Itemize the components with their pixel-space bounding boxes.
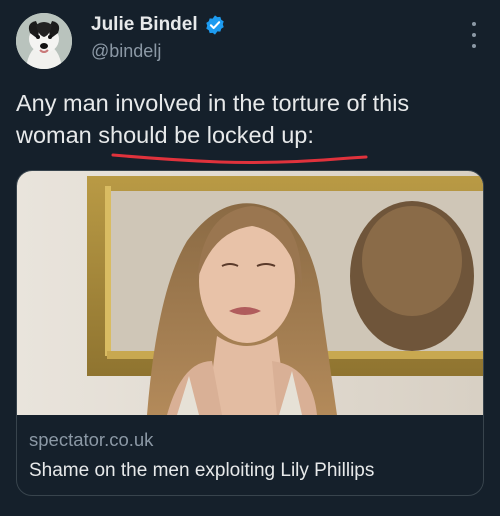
tweet-text: Any man involved in the torture of this … <box>16 87 486 151</box>
link-card[interactable]: spectator.co.uk Shame on the men exploit… <box>16 170 484 496</box>
link-card-image[interactable] <box>17 171 483 415</box>
tweet-text-line-1: Any man involved in the torture of this <box>16 90 410 116</box>
more-vertical-icon <box>472 22 476 26</box>
link-card-title[interactable]: Shame on the men exploiting Lily Phillip… <box>29 460 374 482</box>
article-photo-icon <box>17 171 483 415</box>
more-dot <box>472 33 476 37</box>
tweet: Julie Bindel @bindelj Any man involved i… <box>0 0 500 516</box>
red-underline-annotation <box>111 153 368 164</box>
author-name[interactable]: Julie Bindel <box>91 14 198 36</box>
dog-avatar-icon <box>16 13 72 69</box>
avatar[interactable] <box>16 13 72 69</box>
author-handle[interactable]: @bindelj <box>91 41 161 62</box>
more-options-button[interactable] <box>464 22 484 48</box>
author-name-row[interactable]: Julie Bindel <box>91 14 226 36</box>
more-dot <box>472 44 476 48</box>
verified-badge-icon <box>205 15 224 35</box>
link-card-domain[interactable]: spectator.co.uk <box>29 429 153 451</box>
link-card-body[interactable]: spectator.co.uk Shame on the men exploit… <box>17 415 483 495</box>
